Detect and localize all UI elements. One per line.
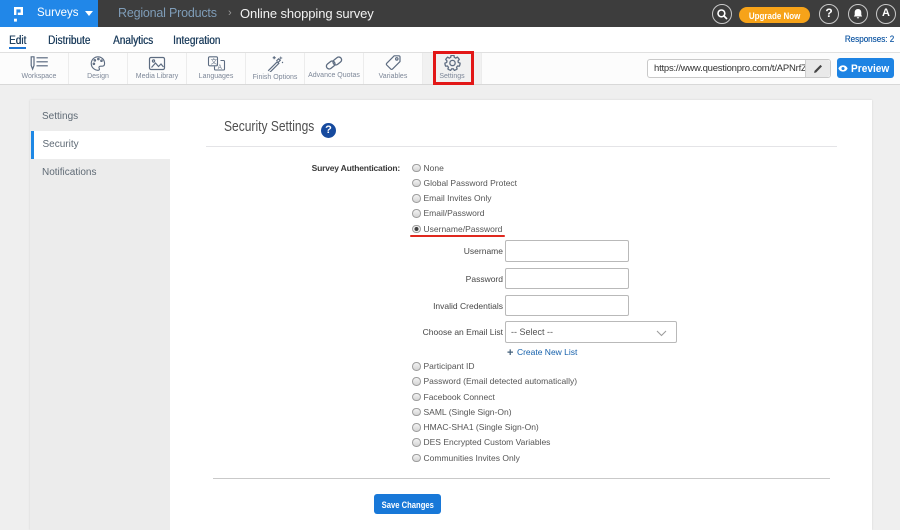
svg-text:文: 文 xyxy=(210,56,217,65)
svg-text:A: A xyxy=(217,64,221,70)
